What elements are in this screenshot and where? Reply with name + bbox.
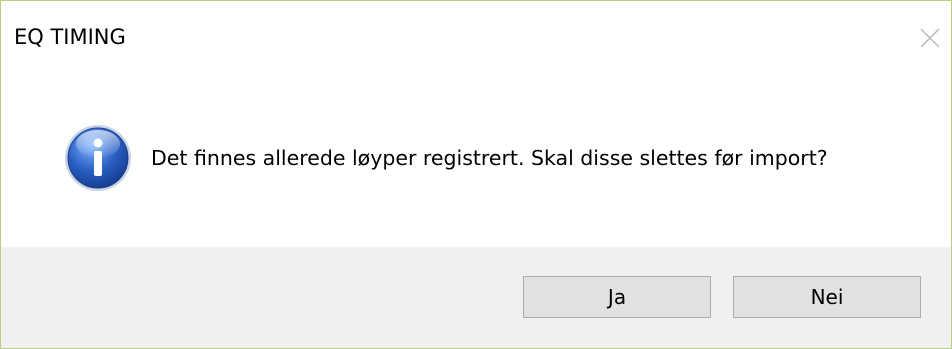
dialog-message: Det finnes allerede løyper registrert. S… xyxy=(151,146,828,170)
message-dialog: EQ TIMING Det finnes allerede løyper reg… xyxy=(0,0,952,349)
dialog-title: EQ TIMING xyxy=(14,25,126,49)
button-bar: Ja Nei xyxy=(1,247,951,348)
no-button[interactable]: Nei xyxy=(733,276,921,318)
close-icon xyxy=(920,28,940,48)
title-bar[interactable]: EQ TIMING xyxy=(1,1,951,73)
yes-button[interactable]: Ja xyxy=(523,276,711,318)
dialog-content: Det finnes allerede løyper registrert. S… xyxy=(1,73,951,247)
close-button[interactable] xyxy=(911,19,951,59)
information-icon xyxy=(65,125,131,191)
